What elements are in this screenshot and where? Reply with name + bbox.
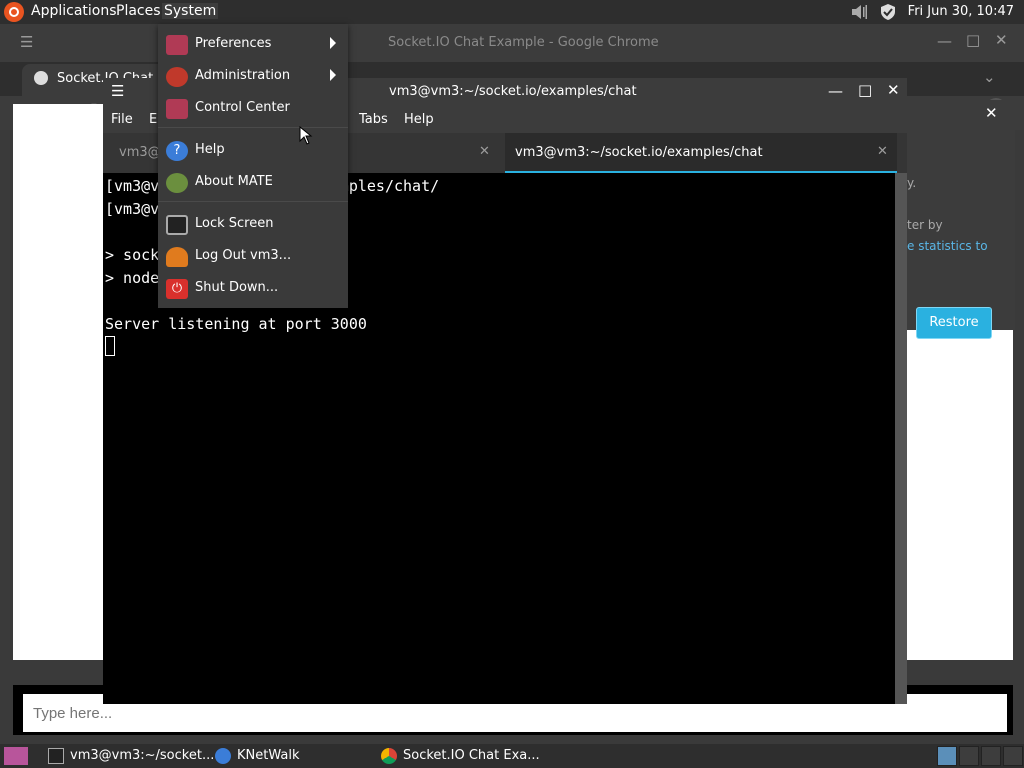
task-chrome[interactable]: Socket.IO Chat Exa... xyxy=(381,744,551,768)
terminal-tab-1-close-icon[interactable]: ✕ xyxy=(479,144,490,159)
show-desktop-icon[interactable] xyxy=(4,747,28,765)
workspace-1[interactable] xyxy=(937,746,957,766)
promo-close-icon[interactable]: ✕ xyxy=(985,104,998,122)
promo-text-2: ter by xyxy=(907,218,943,232)
promo-text-1: y. xyxy=(907,176,917,190)
terminal-tab-2[interactable]: vm3@vm3:~/socket.io/examples/chat ✕ xyxy=(505,133,897,173)
terminal-title: vm3@vm3:~/socket.io/examples/chat xyxy=(389,84,637,99)
terminal-line: Server listening at port 3000 xyxy=(105,315,367,333)
power-icon: ⏻ xyxy=(166,279,188,299)
lock-screen-icon xyxy=(166,215,188,235)
menu-item-label: Lock Screen xyxy=(195,216,274,231)
menu-item-help[interactable]: ? Help xyxy=(158,135,348,165)
close-icon[interactable]: ✕ xyxy=(995,31,1008,49)
menu-item-administration[interactable]: Administration xyxy=(158,61,348,91)
task-label: KNetWalk xyxy=(237,748,300,763)
terminal-maximize-icon[interactable]: □ xyxy=(858,81,872,99)
menu-item-label: Preferences xyxy=(195,36,272,51)
terminal-line: > node xyxy=(105,269,160,287)
applications-menu[interactable]: Applications xyxy=(31,3,117,19)
task-label: vm3@vm3:~/socket.... xyxy=(70,748,219,763)
menu-item-shut-down[interactable]: ⏻ Shut Down... xyxy=(158,273,348,303)
promo-panel: ✕ y. ter by e statistics to xyxy=(907,100,1015,330)
help-icon: ? xyxy=(166,141,188,161)
preferences-icon xyxy=(166,35,188,55)
system-dropdown-menu: Preferences Administration Control Cente… xyxy=(158,24,348,308)
restore-button[interactable]: Restore xyxy=(916,307,992,339)
terminal-menu-edit[interactable]: E xyxy=(149,112,157,127)
promo-link[interactable]: e statistics to xyxy=(907,239,988,253)
menu-item-label: Log Out vm3... xyxy=(195,248,292,263)
volume-icon[interactable] xyxy=(850,3,868,21)
chrome-icon xyxy=(381,748,397,764)
menu-item-label: Administration xyxy=(195,68,291,83)
maximize-icon[interactable]: □ xyxy=(966,31,980,49)
menu-item-label: Help xyxy=(195,142,225,157)
menu-separator xyxy=(158,127,348,128)
terminal-menu-help[interactable]: Help xyxy=(404,112,434,127)
globe-icon xyxy=(34,71,48,85)
administration-icon xyxy=(166,67,188,87)
system-menu[interactable]: System xyxy=(162,3,219,19)
terminal-cursor xyxy=(105,336,115,356)
bottom-panel: vm3@vm3:~/socket.... KNetWalk Socket.IO … xyxy=(0,744,1024,768)
terminal-menu-tabs[interactable]: Tabs xyxy=(359,112,388,127)
menu-item-control-center[interactable]: Control Center xyxy=(158,93,348,123)
workspace-2[interactable] xyxy=(959,746,979,766)
places-menu[interactable]: Places xyxy=(116,3,161,19)
terminal-tab-1-label: vm3@ xyxy=(119,145,161,160)
mouse-pointer-icon xyxy=(299,126,313,145)
workspace-4[interactable] xyxy=(1003,746,1023,766)
top-panel: Applications Places System Fri Jun 30, 1… xyxy=(0,0,1024,24)
menu-item-lock-screen[interactable]: Lock Screen xyxy=(158,209,348,239)
terminal-close-icon[interactable]: ✕ xyxy=(887,81,900,99)
menu-item-about-mate[interactable]: About MATE xyxy=(158,167,348,197)
submenu-arrow-icon xyxy=(330,69,336,81)
logout-user-icon xyxy=(166,247,188,267)
terminal-menu-icon[interactable]: ☰ xyxy=(111,82,124,100)
menu-item-log-out[interactable]: Log Out vm3... xyxy=(158,241,348,271)
terminal-menu-file[interactable]: File xyxy=(111,112,133,127)
terminal-tab-2-label: vm3@vm3:~/socket.io/examples/chat xyxy=(515,145,763,160)
terminal-scrollbar[interactable] xyxy=(895,173,907,704)
workspace-3[interactable] xyxy=(981,746,1001,766)
menu-separator xyxy=(158,201,348,202)
submenu-arrow-icon xyxy=(330,37,336,49)
shield-icon[interactable] xyxy=(879,3,897,21)
task-terminal[interactable]: vm3@vm3:~/socket.... xyxy=(48,744,218,768)
clock[interactable]: Fri Jun 30, 10:47 xyxy=(908,4,1014,19)
chevron-down-icon[interactable]: ⌄ xyxy=(983,68,996,86)
menu-item-label: About MATE xyxy=(195,174,273,189)
task-knetwalk[interactable]: KNetWalk xyxy=(215,744,375,768)
minimize-icon[interactable]: — xyxy=(937,32,952,50)
menu-item-label: Control Center xyxy=(195,100,290,115)
menu-item-label: Shut Down... xyxy=(195,280,279,295)
chrome-titlebar[interactable]: ☰ Socket.IO Chat Example - Google Chrome… xyxy=(0,24,1024,62)
terminal-tab-2-close-icon[interactable]: ✕ xyxy=(877,144,888,159)
chrome-window-title: Socket.IO Chat Example - Google Chrome xyxy=(388,35,659,50)
task-label: Socket.IO Chat Exa... xyxy=(403,748,540,763)
menu-item-preferences[interactable]: Preferences xyxy=(158,29,348,59)
control-center-icon xyxy=(166,99,188,119)
hamburger-icon[interactable]: ☰ xyxy=(20,33,33,51)
terminal-minimize-icon[interactable]: — xyxy=(828,82,843,100)
terminal-icon xyxy=(48,748,64,764)
knetwalk-icon xyxy=(215,748,231,764)
mate-logo-icon xyxy=(166,173,188,193)
ubuntu-logo-icon[interactable] xyxy=(4,2,24,22)
